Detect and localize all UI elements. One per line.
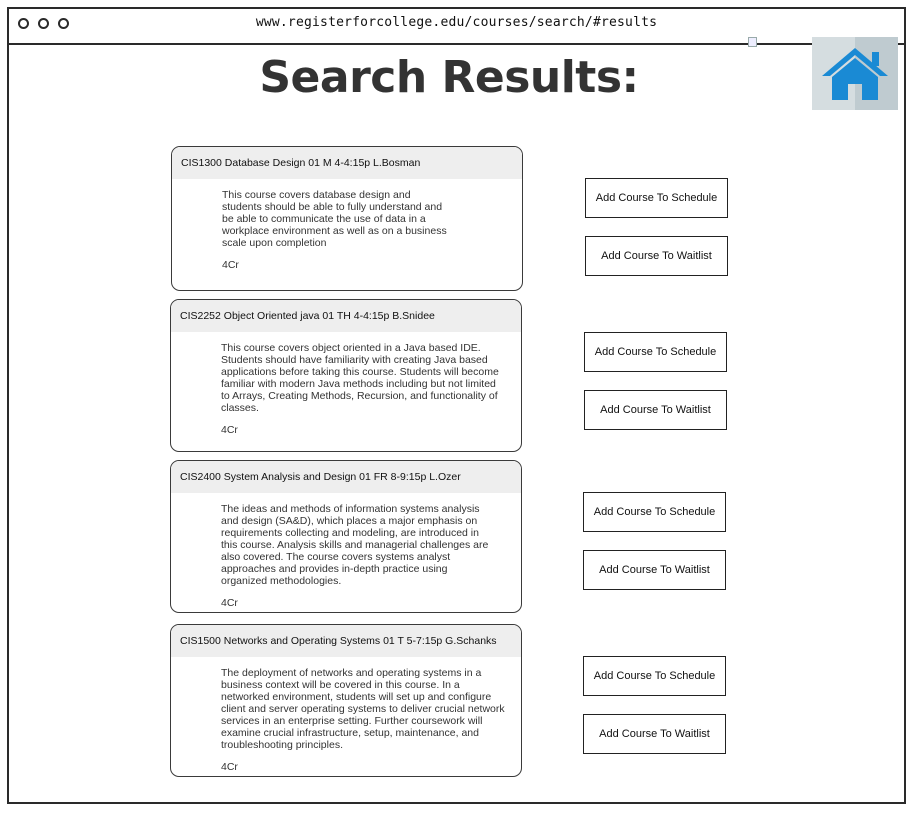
add-to-schedule-button[interactable]: Add Course To Schedule [583,656,726,696]
course-credits: 4Cr [221,597,238,609]
browser-titlebar: www.registerforcollege.edu/courses/searc… [9,9,904,45]
course-description: The deployment of networks and operating… [221,667,505,751]
course-card: CIS1500 Networks and Operating Systems 0… [170,624,522,777]
course-description: This course covers database design and s… [222,189,447,249]
course-description: The ideas and methods of information sys… [221,503,489,587]
broken-image-icon [748,37,757,47]
course-credits: 4Cr [221,424,238,436]
course-header: CIS2400 System Analysis and Design 01 FR… [171,461,521,493]
add-to-waitlist-button[interactable]: Add Course To Waitlist [584,390,727,430]
page-title: Search Results: [259,52,639,103]
course-card: CIS2252 Object Oriented java 01 TH 4-4:1… [170,299,522,452]
course-header: CIS1500 Networks and Operating Systems 0… [171,625,521,657]
add-to-schedule-button[interactable]: Add Course To Schedule [585,178,728,218]
course-header: CIS1300 Database Design 01 M 4-4:15p L.B… [172,147,522,179]
course-card: CIS1300 Database Design 01 M 4-4:15p L.B… [171,146,523,291]
add-to-schedule-button[interactable]: Add Course To Schedule [584,332,727,372]
course-card: CIS2400 System Analysis and Design 01 FR… [170,460,522,613]
add-to-schedule-button[interactable]: Add Course To Schedule [583,492,726,532]
add-to-waitlist-button[interactable]: Add Course To Waitlist [583,550,726,590]
course-header: CIS2252 Object Oriented java 01 TH 4-4:1… [171,300,521,332]
course-credits: 4Cr [221,761,238,773]
course-credits: 4Cr [222,259,239,271]
course-description: This course covers object oriented in a … [221,342,499,414]
add-to-waitlist-button[interactable]: Add Course To Waitlist [583,714,726,754]
address-bar-url[interactable]: www.registerforcollege.edu/courses/searc… [9,15,904,30]
add-to-waitlist-button[interactable]: Add Course To Waitlist [585,236,728,276]
